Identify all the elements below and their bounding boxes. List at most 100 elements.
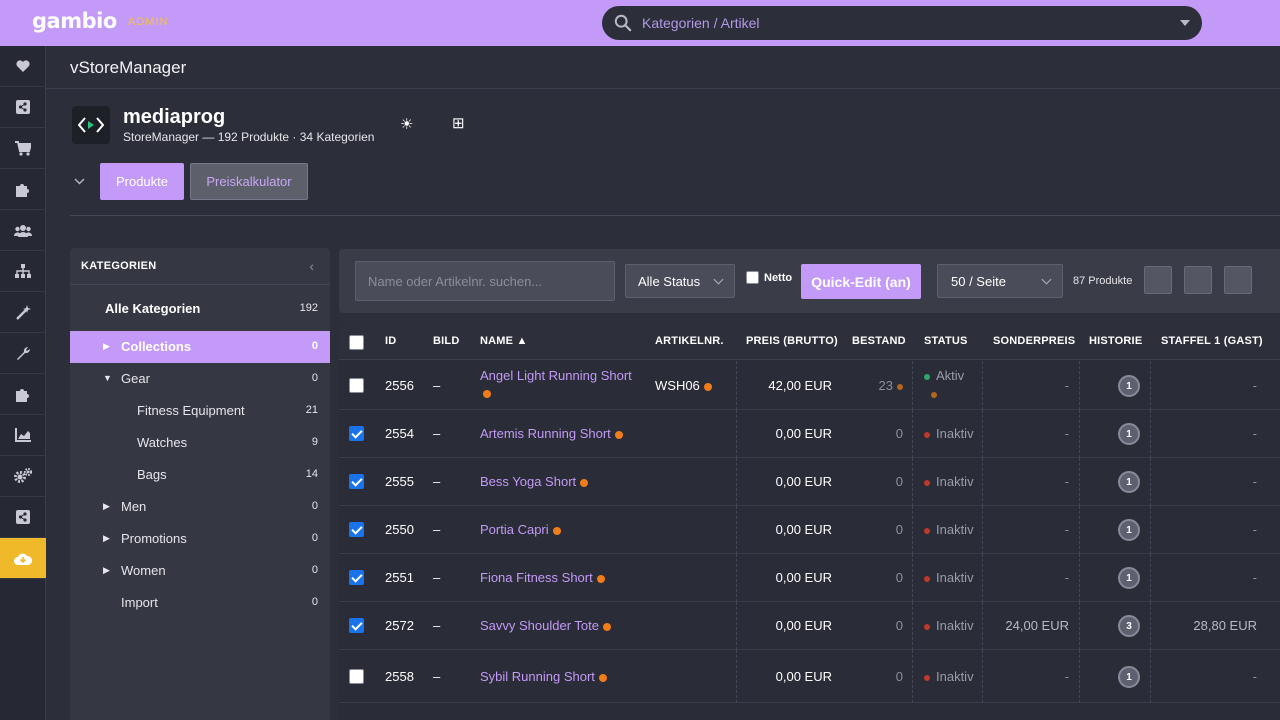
- col-image[interactable]: BILD: [433, 335, 459, 347]
- cloud-download-icon[interactable]: [0, 538, 46, 579]
- puzzle-icon[interactable]: [0, 374, 46, 415]
- product-status-cell[interactable]: Inaktiv: [924, 522, 974, 537]
- product-special-price[interactable]: -: [1065, 378, 1069, 393]
- row-checkbox[interactable]: [349, 618, 364, 633]
- share-icon[interactable]: [0, 497, 46, 538]
- product-stock-cell[interactable]: 23: [879, 378, 903, 393]
- product-tier1-price[interactable]: -: [1253, 522, 1257, 537]
- table-row[interactable]: 2551 – Fiona Fitness Short 0,00 EUR 0 Inaktiv…: [339, 554, 1280, 602]
- netto-toggle[interactable]: Netto: [746, 271, 792, 284]
- product-status-cell[interactable]: Inaktiv: [924, 669, 974, 684]
- product-price[interactable]: 42,00 EUR: [768, 378, 832, 393]
- product-status-cell[interactable]: Inaktiv: [924, 426, 974, 441]
- magic-wand-icon[interactable]: [0, 292, 46, 333]
- share-icon[interactable]: [0, 87, 46, 128]
- history-count-badge[interactable]: 1: [1118, 423, 1140, 445]
- category-item[interactable]: Bags 14: [70, 459, 330, 491]
- product-name[interactable]: Bess Yoga Short: [480, 474, 576, 489]
- netto-checkbox[interactable]: [746, 271, 759, 284]
- product-search-input[interactable]: [356, 262, 614, 300]
- table-row[interactable]: 2556 – Angel Light Running Short WSH06 42,00…: [339, 361, 1280, 410]
- pagination-page-button[interactable]: [1184, 266, 1212, 294]
- table-row[interactable]: 2550 – Portia Capri 0,00 EUR 0 Inaktiv - 1 -: [339, 506, 1280, 554]
- product-name-cell[interactable]: Portia Capri: [480, 522, 561, 537]
- category-item[interactable]: ▼ Gear 0: [70, 363, 330, 395]
- history-count-badge[interactable]: 1: [1118, 567, 1140, 589]
- caret-right-icon[interactable]: ▶: [103, 533, 110, 544]
- row-checkbox[interactable]: [349, 570, 364, 585]
- product-status-cell[interactable]: Inaktiv: [924, 570, 974, 585]
- product-price[interactable]: 0,00 EUR: [776, 474, 832, 489]
- gambio-logo[interactable]: gambio: [32, 9, 117, 33]
- product-stock-cell[interactable]: 0: [896, 474, 903, 489]
- category-item[interactable]: ▶ Promotions 0: [70, 523, 330, 555]
- product-tier1-price[interactable]: -: [1253, 669, 1257, 684]
- category-item[interactable]: ▶ Men 0: [70, 491, 330, 523]
- product-name-cell[interactable]: Sybil Running Short: [480, 669, 607, 684]
- grid-view-icon[interactable]: ⊞: [452, 114, 465, 132]
- product-price[interactable]: 0,00 EUR: [776, 570, 832, 585]
- product-tier1-price[interactable]: -: [1253, 570, 1257, 585]
- table-row[interactable]: 2572 – Savvy Shoulder Tote 0,00 EUR 0 Inaktiv…: [339, 602, 1280, 650]
- product-status-cell[interactable]: Inaktiv: [924, 618, 974, 633]
- history-count-badge[interactable]: 1: [1118, 666, 1140, 688]
- heart-icon[interactable]: [0, 46, 46, 87]
- caret-right-icon[interactable]: ▶: [103, 565, 110, 576]
- category-all[interactable]: Alle Kategorien 192: [70, 293, 330, 325]
- product-name-cell[interactable]: Bess Yoga Short: [480, 474, 589, 489]
- history-count-badge[interactable]: 1: [1118, 519, 1140, 541]
- product-name-cell[interactable]: Angel Light Running Short: [480, 368, 632, 398]
- product-name[interactable]: Portia Capri: [480, 522, 549, 537]
- category-item[interactable]: Fitness Equipment 21: [70, 395, 330, 427]
- product-tier1-price[interactable]: -: [1253, 378, 1257, 393]
- product-stock-cell[interactable]: 0: [896, 618, 903, 633]
- tab-preiskalkulator[interactable]: Preiskalkulator: [190, 163, 308, 200]
- product-tier1-price[interactable]: 28,80 EUR: [1193, 618, 1257, 633]
- cogs-icon[interactable]: [0, 456, 46, 497]
- product-special-price[interactable]: 24,00 EUR: [1005, 618, 1069, 633]
- product-special-price[interactable]: -: [1065, 570, 1069, 585]
- category-item[interactable]: ▶ Collections 0: [70, 331, 330, 363]
- col-stock[interactable]: BESTAND: [852, 335, 906, 347]
- global-search[interactable]: Kategorien / Artikel: [602, 6, 1202, 40]
- product-stock-cell[interactable]: 0: [896, 426, 903, 441]
- row-checkbox[interactable]: [349, 522, 364, 537]
- product-tier1-price[interactable]: -: [1253, 426, 1257, 441]
- product-name[interactable]: Savvy Shoulder Tote: [480, 618, 599, 633]
- product-tier1-price[interactable]: -: [1253, 474, 1257, 489]
- puzzle-icon[interactable]: [0, 169, 46, 210]
- quick-edit-button[interactable]: Quick-Edit (an): [801, 264, 921, 299]
- category-item[interactable]: ▶ Women 0: [70, 555, 330, 587]
- product-price[interactable]: 0,00 EUR: [776, 426, 832, 441]
- col-price[interactable]: PREIS (BRUTTO): [746, 335, 838, 347]
- product-price[interactable]: 0,00 EUR: [776, 522, 832, 537]
- product-name-cell[interactable]: Savvy Shoulder Tote: [480, 618, 611, 633]
- product-price[interactable]: 0,00 EUR: [776, 669, 832, 684]
- pagination-prev-button[interactable]: [1144, 266, 1172, 294]
- caret-down-icon[interactable]: ▼: [103, 373, 112, 383]
- cart-icon[interactable]: [0, 128, 46, 169]
- row-checkbox[interactable]: [349, 426, 364, 441]
- product-special-price[interactable]: -: [1065, 522, 1069, 537]
- per-page-select[interactable]: 50 / Seite: [937, 264, 1063, 298]
- pagination-next-button[interactable]: [1224, 266, 1252, 294]
- caret-right-icon[interactable]: ▶: [103, 501, 110, 512]
- product-name[interactable]: Sybil Running Short: [480, 669, 595, 684]
- tab-produkte[interactable]: Produkte: [100, 163, 184, 200]
- col-name[interactable]: NAME ▲: [480, 335, 528, 347]
- product-status-cell[interactable]: Inaktiv: [924, 474, 974, 489]
- table-row[interactable]: 2555 – Bess Yoga Short 0,00 EUR 0 Inaktiv - 1 -: [339, 458, 1280, 506]
- product-name[interactable]: Fiona Fitness Short: [480, 570, 593, 585]
- product-price[interactable]: 0,00 EUR: [776, 618, 832, 633]
- product-name[interactable]: Artemis Running Short: [480, 426, 611, 441]
- table-row[interactable]: 2558 – Sybil Running Short 0,00 EUR 0 Inaktiv…: [339, 650, 1280, 703]
- select-all-checkbox[interactable]: [349, 335, 364, 350]
- users-icon[interactable]: [0, 210, 46, 251]
- sitemap-icon[interactable]: [0, 251, 46, 292]
- product-search[interactable]: [355, 261, 615, 301]
- history-count-badge[interactable]: 1: [1118, 375, 1140, 397]
- caret-down-icon[interactable]: [1180, 20, 1190, 26]
- col-tier1-guest[interactable]: STAFFEL 1 (GAST): [1161, 335, 1263, 347]
- status-filter-select[interactable]: Alle Status: [625, 264, 735, 298]
- product-name[interactable]: Angel Light Running Short: [480, 368, 632, 383]
